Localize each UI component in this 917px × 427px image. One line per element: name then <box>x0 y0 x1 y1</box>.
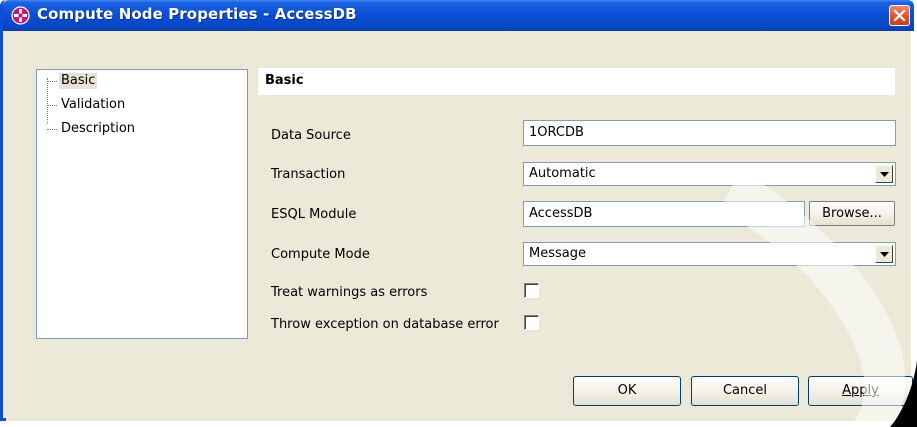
treat-warnings-checkbox[interactable] <box>524 283 539 298</box>
window-title: Compute Node Properties - AccessDB <box>37 5 357 23</box>
tree-connector <box>47 129 57 130</box>
data-source-label: Data Source <box>271 128 351 143</box>
ok-button[interactable]: OK <box>573 376 681 406</box>
esql-module-label: ESQL Module <box>271 207 357 222</box>
watermark-graphic <box>720 170 917 427</box>
tree-item-label: Description <box>61 121 136 136</box>
close-icon <box>893 9 906 22</box>
tree-item-label: Validation <box>61 97 126 112</box>
section-title: Basic <box>265 73 304 88</box>
throw-exception-label: Throw exception on database error <box>271 317 499 332</box>
tree-item-validation[interactable]: Validation <box>37 97 137 115</box>
tree-item-label: Basic <box>59 73 98 89</box>
compute-mode-label: Compute Mode <box>271 247 370 262</box>
compute-node-icon <box>11 6 30 25</box>
transaction-value: Automatic <box>529 166 596 181</box>
property-tree[interactable]: Basic Validation Description <box>36 69 248 339</box>
tree-connector <box>47 81 57 82</box>
transaction-label: Transaction <box>271 167 346 182</box>
treat-warnings-label: Treat warnings as errors <box>271 285 428 300</box>
tree-item-basic[interactable]: Basic <box>37 73 137 91</box>
tree-connector <box>47 105 57 106</box>
tree-item-description[interactable]: Description <box>37 121 147 139</box>
section-header: Basic <box>258 68 895 95</box>
data-source-input[interactable]: 1ORCDB <box>523 120 896 146</box>
throw-exception-checkbox[interactable] <box>524 315 539 330</box>
close-button[interactable] <box>889 5 910 26</box>
title-bar[interactable]: Compute Node Properties - AccessDB <box>3 0 914 31</box>
compute-mode-value: Message <box>529 246 586 261</box>
